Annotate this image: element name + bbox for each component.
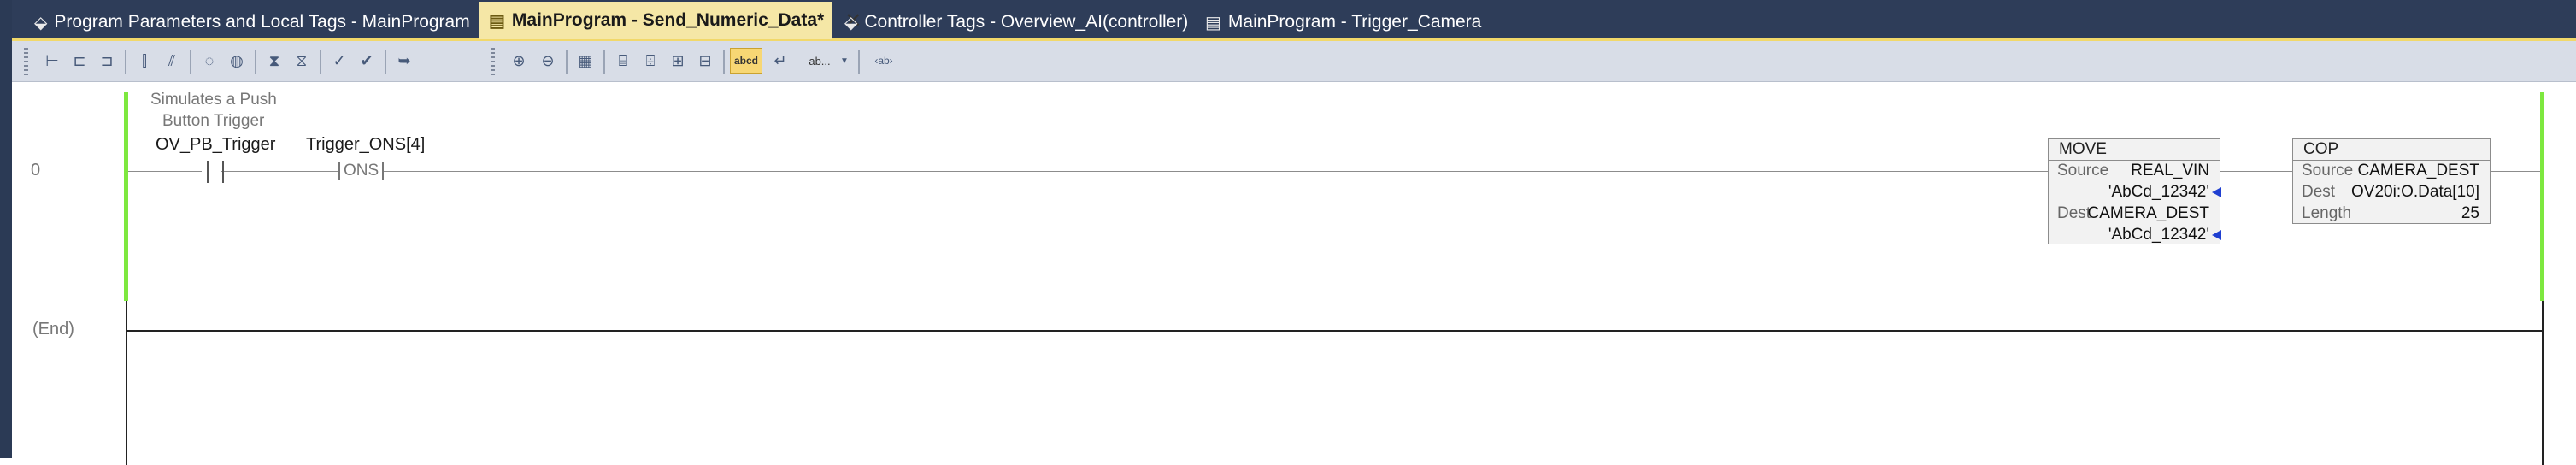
verify-rung-icon[interactable]: ✓ [326, 48, 352, 74]
toolbar-separator [858, 50, 860, 74]
toolbar-separator [320, 50, 321, 74]
move-source-row: Source REAL_VIN [2049, 160, 2220, 181]
toolbar-separator [566, 50, 568, 74]
ladder-routine-icon: ▤ [489, 11, 505, 31]
grid-view-icon[interactable]: ▦ [573, 48, 598, 74]
toolbar-separator [190, 50, 191, 74]
examine-off-icon[interactable]: ⫽ [159, 48, 185, 74]
left-power-rail [126, 301, 127, 465]
ons-label: ONS [338, 162, 385, 180]
tab-label: MainProgram - Trigger_Camera [1227, 12, 1482, 32]
wrap-text-icon[interactable]: ↵ [768, 48, 793, 74]
tab-label: MainProgram - Send_Numeric_Data* [511, 10, 825, 30]
tab-trigger-camera[interactable]: ▤ MainProgram - Trigger_Camera [1195, 5, 1537, 39]
tab-send-numeric-data[interactable]: ▤ MainProgram - Send_Numeric_Data* ✕ [479, 2, 862, 39]
jump-icon[interactable]: ➥ [391, 48, 417, 74]
left-edge-bar [0, 0, 12, 458]
contact-gap [202, 161, 221, 183]
toolbar-separator [723, 50, 725, 74]
contact-right-bar [222, 161, 224, 183]
show-properties-icon[interactable]: ⊟ [692, 48, 718, 74]
verify-routine-icon[interactable]: ✔ [354, 48, 379, 74]
cop-length-row: Length 25 [2293, 203, 2490, 224]
source-label: Source [2302, 162, 2354, 180]
description-display-dropdown[interactable]: ab... [798, 48, 841, 74]
cop-instruction-title: COP [2293, 139, 2490, 161]
move-dest-tag[interactable]: CAMERA_DEST [2087, 203, 2209, 224]
ladder-editor-toolbar: ⊢ ⊏ ⊐ ⫿ ⫽ ◌ ◍ ⧗ ⧖ ✓ ✔ ➥ ⊕ ⊖ ▦ ⌸ ⌹ ⊞ ⊟ ab… [12, 41, 2576, 82]
examine-on-icon[interactable]: ⫿ [132, 48, 157, 74]
cop-length-value[interactable]: 25 [2461, 203, 2479, 224]
show-comments-icon[interactable]: ⊞ [665, 48, 691, 74]
move-dest-value: 'AbCd_12342' [2108, 226, 2209, 244]
right-power-rail [2542, 301, 2544, 465]
ladder-editor-canvas[interactable]: 0 Simulates a Push Button Trigger OV_PB_… [12, 82, 2576, 465]
move-instruction-block[interactable]: MOVE Source REAL_VIN 'AbCd_12342' Dest C… [2048, 138, 2221, 245]
tab-label: Controller Tags - Overview_AI(controller… [864, 12, 1189, 32]
cop-source-row: Source CAMERA_DEST [2293, 160, 2490, 181]
tab-program-parameters[interactable]: ⬙ Program Parameters and Local Tags - Ma… [24, 5, 477, 39]
end-rung-wire [127, 330, 2542, 332]
tag-names-toggle-button[interactable]: abcd [730, 48, 762, 74]
cop-dest-row: Dest OV20i:O.Data[10] [2293, 181, 2490, 203]
dest-label: Dest [2302, 183, 2336, 201]
tab-controller-tags[interactable]: ⬙ Controller Tags - Overview_AI(controll… [834, 5, 1191, 39]
zoom-in-icon[interactable]: ⊕ [506, 48, 532, 74]
move-source-value: 'AbCd_12342' [2108, 183, 2209, 201]
chevron-down-icon[interactable]: ▼ [838, 48, 851, 74]
length-label: Length [2302, 204, 2352, 222]
xic-tag-name[interactable]: OV_PB_Trigger [156, 135, 275, 155]
right-power-rail-energized [2540, 92, 2544, 301]
output-latch-icon[interactable]: ◍ [224, 48, 250, 74]
source-label: Source [2057, 162, 2109, 180]
ladder-routine-icon: ▤ [1205, 13, 1221, 32]
move-source-tag[interactable]: REAL_VIN [2131, 160, 2209, 181]
add-rung-icon[interactable]: ⊢ [39, 48, 65, 74]
toolbar-grip[interactable] [491, 48, 495, 75]
tag-icon: ⬙ [844, 13, 858, 32]
contact-left-bar [207, 161, 209, 183]
browse-tags-icon[interactable]: ‹ab› [867, 48, 901, 74]
toolbar-grip[interactable] [24, 48, 28, 75]
rung-comment-line-1: Simulates a Push [150, 91, 277, 109]
output-energize-icon[interactable]: ◌ [197, 48, 222, 74]
rung-comment-line-2: Button Trigger [162, 112, 265, 130]
move-instruction-title: MOVE [2049, 139, 2220, 161]
rung-wire [128, 171, 2048, 172]
cop-instruction-block[interactable]: COP Source CAMERA_DEST Dest OV20i:O.Data… [2292, 138, 2491, 224]
left-power-rail-energized [124, 92, 128, 301]
add-branch-level-icon[interactable]: ⊐ [94, 48, 120, 74]
show-values-icon[interactable]: ⌹ [638, 48, 663, 74]
dest-label: Dest [2057, 204, 2091, 222]
counter-icon[interactable]: ⧖ [289, 48, 315, 74]
end-rung-label: (End) [32, 320, 74, 338]
cop-source-tag[interactable]: CAMERA_DEST [2357, 160, 2479, 181]
toolbar-separator [255, 50, 256, 74]
rung-wire [2491, 171, 2540, 172]
toolbar-separator [603, 50, 605, 74]
cop-dest-tag[interactable]: OV20i:O.Data[10] [2351, 181, 2479, 203]
value-arrow-icon [2212, 187, 2221, 197]
ons-tag-name[interactable]: Trigger_ONS[4] [306, 135, 425, 155]
show-addresses-icon[interactable]: ⌸ [610, 48, 636, 74]
move-source-value-row: 'AbCd_12342' [2049, 181, 2221, 203]
rung-wire [2220, 171, 2292, 172]
move-dest-row: Dest CAMERA_DEST [2049, 203, 2220, 224]
rung-number: 0 [31, 161, 41, 180]
document-tab-bar: ⬙ Program Parameters and Local Tags - Ma… [12, 0, 2576, 41]
value-arrow-icon [2212, 230, 2221, 240]
toolbar-separator [385, 50, 386, 74]
tag-icon: ⬙ [34, 13, 48, 32]
timer-icon[interactable]: ⧗ [262, 48, 287, 74]
tab-label: Program Parameters and Local Tags - Main… [54, 12, 470, 32]
toolbar-separator [125, 50, 126, 74]
move-dest-value-row: 'AbCd_12342' [2049, 224, 2221, 245]
zoom-out-icon[interactable]: ⊖ [535, 48, 561, 74]
add-branch-icon[interactable]: ⊏ [67, 48, 92, 74]
